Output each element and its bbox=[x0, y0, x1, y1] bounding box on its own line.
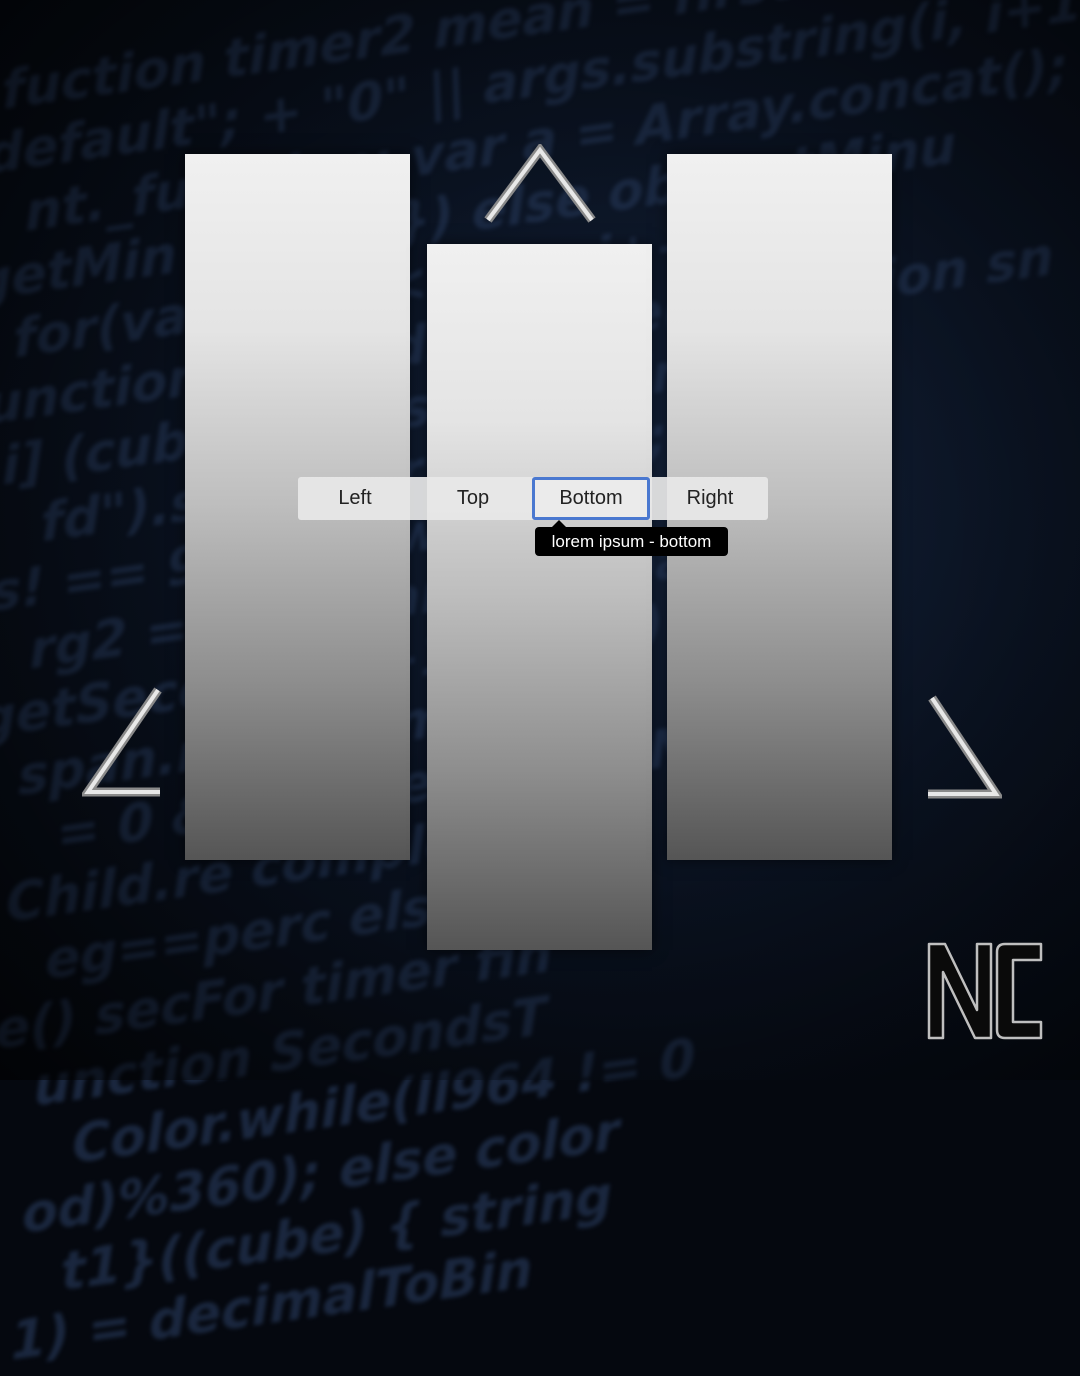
left-button[interactable]: Left bbox=[296, 477, 414, 520]
bottom-tooltip: lorem ipsum - bottom bbox=[535, 527, 728, 556]
bottom-button[interactable]: Bottom bbox=[532, 477, 650, 520]
right-button[interactable]: Right bbox=[651, 477, 769, 520]
center-panel bbox=[427, 244, 652, 950]
nc-logo-icon bbox=[925, 938, 1045, 1046]
top-button[interactable]: Top bbox=[414, 477, 532, 520]
tooltip-arrow bbox=[552, 520, 566, 527]
